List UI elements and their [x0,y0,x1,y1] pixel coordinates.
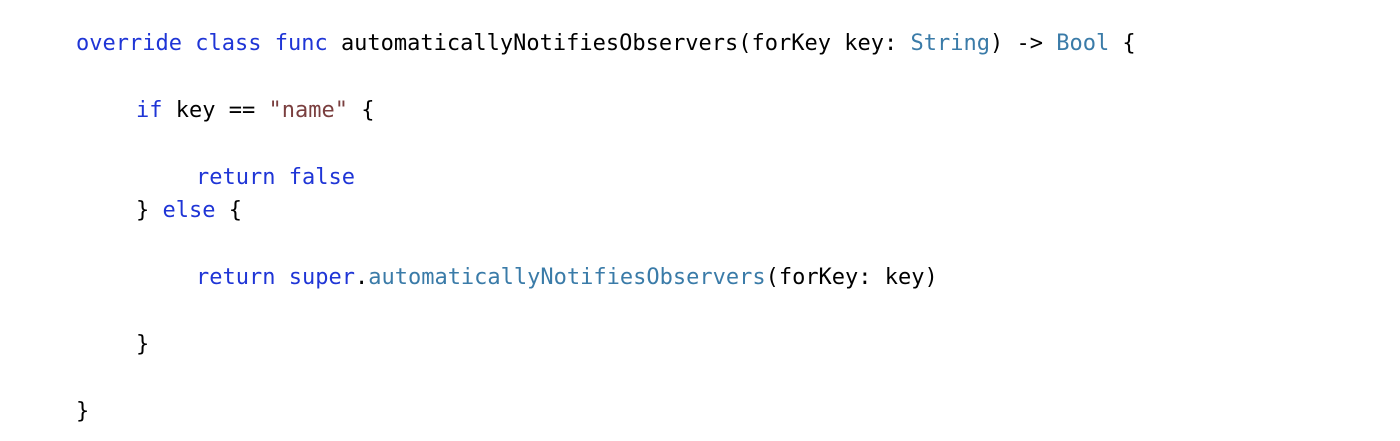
keyword-if: if [136,98,163,123]
keyword-return: return [196,165,276,190]
keyword-override: override [76,31,182,56]
call-arguments: (forKey: key) [765,265,938,290]
keyword-return: return [196,265,276,290]
return-arrow: ) -> [989,31,1057,56]
function-signature: automaticallyNotifiesObservers(forKey ke… [340,31,911,56]
close-brace: } [136,332,150,357]
code-line-2: if key == "name" { [136,96,374,126]
keyword-super: super [288,265,355,290]
code-line-1: override class func automaticallyNotifie… [76,29,1136,59]
keyword-class: class [195,31,262,56]
keyword-else: else [162,198,216,223]
code-line-4: } else { [136,196,242,226]
close-brace: } [136,198,163,223]
open-brace: { [215,198,242,223]
member-dot: . [354,265,369,290]
code-line-5: return super.automaticallyNotifiesObserv… [196,263,938,293]
open-brace: { [347,98,375,123]
condition: key == [175,98,269,123]
code-line-3: return false [196,163,355,193]
type-string: String [910,31,990,56]
close-brace: } [76,399,90,424]
keyword-false: false [288,165,355,190]
open-brace: { [1109,31,1136,56]
code-line-7: } [76,397,89,427]
code-editor: override class func automaticallyNotifie… [0,0,1400,441]
keyword-func: func [274,31,328,56]
method-call: automaticallyNotifiesObservers [368,265,766,290]
type-bool: Bool [1056,31,1110,56]
string-literal: "name" [268,98,348,123]
code-line-6: } [136,330,149,360]
